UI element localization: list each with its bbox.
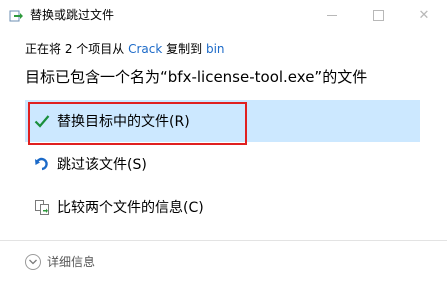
more-details-toggle[interactable]: 详细信息 — [25, 253, 95, 270]
more-details-label: 详细信息 — [47, 255, 96, 269]
compare-files-icon — [33, 198, 51, 216]
title-bar[interactable]: 替换或跳过文件 ✕ — [0, 0, 447, 30]
window-title: 替换或跳过文件 — [30, 8, 115, 22]
destination-folder-link[interactable]: bin — [206, 42, 225, 56]
conflict-heading: 目标已包含一个名为“bfx-license-tool.exe”的文件 — [25, 68, 368, 86]
skip-file-option[interactable]: 跳过该文件(S) — [25, 143, 420, 185]
status-middle: 复制到 — [162, 42, 206, 56]
copy-status-line: 正在将 2 个项目从 Crack 复制到 bin — [25, 40, 225, 57]
replace-or-skip-dialog: 替换或跳过文件 ✕ 正在将 2 个项目从 Crack 复制到 bin 目标已包含… — [0, 0, 447, 284]
maximize-icon — [372, 9, 384, 21]
source-folder-link[interactable]: Crack — [128, 42, 162, 56]
close-button[interactable]: ✕ — [401, 0, 447, 30]
maximize-button[interactable] — [355, 0, 401, 30]
minimize-icon — [327, 14, 337, 16]
dialog-footer: 详细信息 — [0, 241, 447, 284]
skip-arrow-icon — [33, 155, 51, 173]
close-icon: ✕ — [418, 7, 430, 23]
compare-files-label: 比较两个文件的信息(C) — [57, 200, 204, 216]
replace-file-option[interactable]: 替换目标中的文件(R) — [25, 100, 420, 142]
checkmark-icon — [33, 112, 51, 130]
chevron-down-icon — [25, 253, 41, 270]
status-prefix: 正在将 2 个项目从 — [25, 42, 129, 56]
minimize-button[interactable] — [309, 0, 355, 30]
file-copy-app-icon — [8, 8, 24, 24]
replace-file-label: 替换目标中的文件(R) — [57, 114, 190, 130]
skip-file-label: 跳过该文件(S) — [57, 157, 147, 173]
compare-files-option[interactable]: 比较两个文件的信息(C) — [25, 186, 420, 228]
